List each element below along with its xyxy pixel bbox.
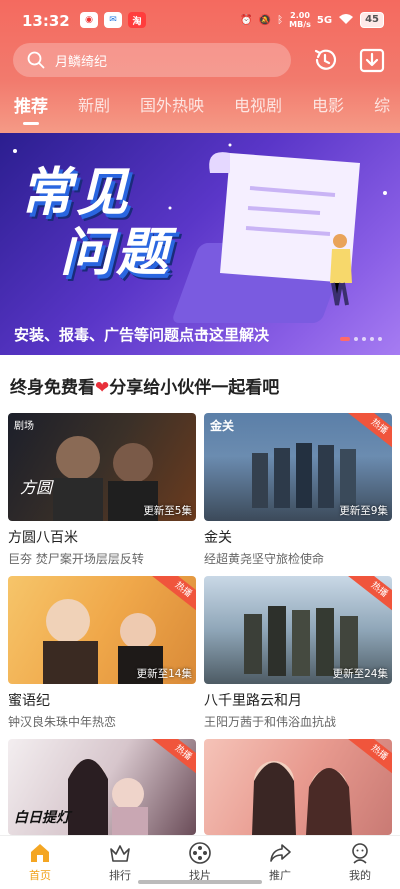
drama-card[interactable]: 热播 更新至24集 八千里路云和月 王阳万茜于和伟浴血抗战 xyxy=(204,576,392,730)
battery-indicator: 45 xyxy=(360,12,384,28)
status-time: 13:32 xyxy=(22,12,70,30)
user-icon xyxy=(352,843,368,864)
banner-pagination xyxy=(340,337,382,341)
drama-card[interactable]: 热播 xyxy=(204,739,392,835)
tab-tv-series[interactable]: 电视剧 xyxy=(234,92,282,116)
drama-description: 王阳万茜于和伟浴血抗战 xyxy=(204,715,337,729)
history-button[interactable] xyxy=(311,46,339,74)
download-button[interactable] xyxy=(358,46,386,74)
drama-thumbnail: 白日提灯 热播 xyxy=(8,739,196,835)
home-icon xyxy=(31,844,49,862)
banner-caption: 安装、报毒、广告等问题点击这里解决 xyxy=(14,326,270,344)
update-label: 更新至24集 xyxy=(332,668,388,680)
weibo-notification-icon: ◉ xyxy=(80,12,98,28)
app-header: 13:32 ◉ ✉ 淘 ⏰ 🔕 ᛒ 2.00 MB/s 5G 45 月鳞绮纪 推… xyxy=(0,0,400,133)
drama-description: 巨夯 焚尸案开场层层反转 xyxy=(8,552,144,566)
drama-card[interactable]: 方圆 剧场 更新至5集 方圆八百米 巨夯 焚尸案开场层层反转 xyxy=(8,413,196,567)
tab-new-drama[interactable]: 新剧 xyxy=(78,92,110,116)
tab-foreign[interactable]: 国外热映 xyxy=(140,92,204,116)
drama-title: 金关 xyxy=(204,530,232,546)
poster-title: 白日提灯 xyxy=(14,810,70,826)
category-tabs: 推荐 新剧 国外热映 电视剧 电影 综 xyxy=(0,92,400,128)
drama-card[interactable]: 白日提灯 热播 xyxy=(8,739,196,835)
drama-title: 蜜语纪 xyxy=(8,693,50,709)
update-label: 更新至14集 xyxy=(136,668,192,680)
tab-movie[interactable]: 电影 xyxy=(312,92,344,116)
search-query: 月鳞绮纪 xyxy=(55,54,108,70)
status-notification-icons: ◉ ✉ 淘 xyxy=(80,12,146,28)
search-bar[interactable]: 月鳞绮纪 xyxy=(13,43,291,77)
nav-home[interactable]: 首页 xyxy=(0,836,80,889)
status-bar: 13:32 ◉ ✉ 淘 ⏰ 🔕 ᛒ 2.00 MB/s 5G 45 xyxy=(0,0,400,40)
alarm-icon: ⏰ xyxy=(240,14,253,26)
poster-title: 金关 xyxy=(210,419,235,433)
mute-icon: 🔕 xyxy=(258,14,272,26)
message-notification-icon: ✉ xyxy=(104,12,122,28)
taobao-notification-icon: 淘 xyxy=(128,12,146,28)
drama-description: 钟汉良朱珠中年热恋 xyxy=(8,715,117,729)
poster-art xyxy=(252,761,352,835)
tab-recommend[interactable]: 推荐 xyxy=(14,92,48,117)
search-icon xyxy=(27,51,45,69)
system-home-indicator[interactable] xyxy=(138,880,262,884)
drama-title: 方圆八百米 xyxy=(8,530,78,546)
signal-label: 5G xyxy=(316,14,333,26)
drama-thumbnail: 热播 xyxy=(204,739,392,835)
brand-label: 剧场 xyxy=(14,421,34,432)
status-right-icons: ⏰ 🔕 ᛒ 2.00 MB/s 5G 45 xyxy=(240,11,384,29)
banner-title: 常见 问题 xyxy=(20,163,173,283)
download-icon xyxy=(359,48,385,73)
film-reel-icon xyxy=(189,842,211,864)
drama-thumbnail: 金关 热播 更新至9集 xyxy=(204,413,392,521)
drama-thumbnail: 方圆 剧场 更新至5集 xyxy=(8,413,196,521)
network-speed: 2.00 MB/s xyxy=(289,11,311,29)
bluetooth-icon: ᛒ xyxy=(277,14,284,26)
wifi-icon xyxy=(338,13,354,28)
faq-banner[interactable]: 常见 问题 安装、报毒、广告等问题点击这里解决 xyxy=(0,133,400,355)
svg-text:方圆: 方圆 xyxy=(20,478,54,497)
share-arrow-icon xyxy=(270,844,291,862)
tab-variety[interactable]: 综 xyxy=(374,92,390,116)
history-icon xyxy=(314,49,337,70)
share-section-title: 终身免费看❤分享给小伙伴一起看吧 xyxy=(10,378,280,398)
heart-icon: ❤ xyxy=(95,378,110,398)
update-label: 更新至5集 xyxy=(143,505,192,517)
drama-title: 八千里路云和月 xyxy=(204,693,302,709)
drama-thumbnail: 热播 更新至14集 xyxy=(8,576,196,684)
drama-card[interactable]: 热播 更新至14集 蜜语纪 钟汉良朱珠中年热恋 xyxy=(8,576,196,730)
drama-card[interactable]: 金关 热播 更新至9集 金关 经超黄尧坚守旅检使命 xyxy=(204,413,392,567)
crown-icon xyxy=(110,845,130,862)
drama-thumbnail: 热播 更新至24集 xyxy=(204,576,392,684)
drama-description: 经超黄尧坚守旅检使命 xyxy=(204,552,325,566)
update-label: 更新至9集 xyxy=(339,505,388,517)
nav-mine[interactable]: 我的 xyxy=(320,836,400,889)
